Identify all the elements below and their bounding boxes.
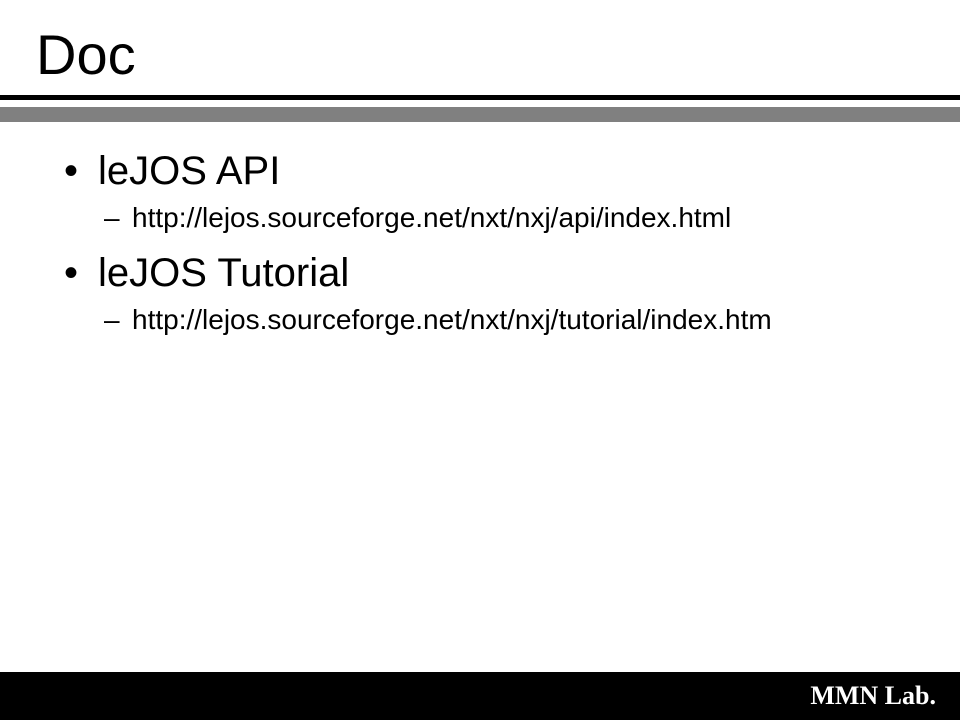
list-item: http://lejos.sourceforge.net/nxt/nxj/api… <box>98 200 920 236</box>
slide: Doc leJOS API http://lejos.sourceforge.n… <box>0 0 960 720</box>
sub-bullet-text: http://lejos.sourceforge.net/nxt/nxj/tut… <box>132 304 772 335</box>
slide-title: Doc <box>0 0 960 95</box>
sub-list: http://lejos.sourceforge.net/nxt/nxj/tut… <box>98 302 920 338</box>
footer-bar: MMN Lab. <box>0 672 960 720</box>
bullet-text: leJOS Tutorial <box>98 251 349 295</box>
slide-content: leJOS API http://lejos.sourceforge.net/n… <box>0 122 960 339</box>
bullet-text: leJOS API <box>98 149 280 193</box>
sub-list: http://lejos.sourceforge.net/nxt/nxj/api… <box>98 200 920 236</box>
list-item: leJOS Tutorial http://lejos.sourceforge.… <box>64 248 920 338</box>
title-rule <box>0 95 960 122</box>
sub-bullet-text: http://lejos.sourceforge.net/nxt/nxj/api… <box>132 202 731 233</box>
list-item: leJOS API http://lejos.sourceforge.net/n… <box>64 146 920 236</box>
footer-label: MMN Lab. <box>810 681 936 711</box>
rule-gap <box>0 100 960 107</box>
list-item: http://lejos.sourceforge.net/nxt/nxj/tut… <box>98 302 920 338</box>
rule-gray <box>0 107 960 122</box>
bullet-list: leJOS API http://lejos.sourceforge.net/n… <box>64 146 920 339</box>
